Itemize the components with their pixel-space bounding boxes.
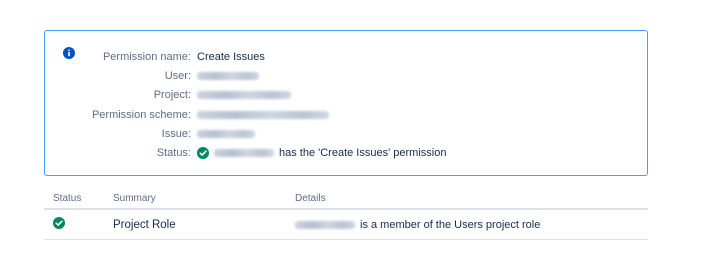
permission-scheme-row: Permission scheme: bbox=[45, 105, 647, 124]
redacted-project-name bbox=[197, 91, 291, 100]
redacted-user-name bbox=[214, 149, 274, 158]
permission-details: Permission name: Create Issues User: Pro… bbox=[45, 47, 647, 163]
user-value bbox=[197, 71, 259, 80]
status-column-header: Status bbox=[53, 192, 82, 204]
permission-name-row: Permission name: Create Issues bbox=[45, 47, 647, 66]
user-row: User: bbox=[45, 66, 647, 85]
redacted-user-name bbox=[295, 220, 355, 229]
project-label: Project: bbox=[153, 89, 191, 102]
status-label: Status: bbox=[156, 147, 191, 160]
table-row: Project Role is a member of the Users pr… bbox=[44, 210, 648, 240]
redacted-issue-key bbox=[197, 129, 255, 138]
row-details-cell: is a member of the Users project role bbox=[295, 219, 648, 231]
status-message: has the 'Create Issues' permission bbox=[279, 147, 447, 160]
issue-label: Issue: bbox=[161, 127, 191, 140]
row-status-cell bbox=[44, 217, 113, 232]
permission-scheme-value bbox=[197, 110, 329, 119]
permission-name-value: Create Issues bbox=[197, 50, 265, 63]
permission-name-label: Permission name: bbox=[102, 50, 191, 63]
check-circle-icon bbox=[53, 217, 65, 229]
project-row: Project: bbox=[45, 86, 647, 105]
details-column-header: Details bbox=[295, 192, 326, 204]
row-summary-cell: Project Role bbox=[113, 218, 176, 231]
redacted-user-name bbox=[197, 71, 259, 80]
permission-scheme-label: Permission scheme: bbox=[91, 108, 191, 121]
table-header: Status Summary Details bbox=[44, 188, 648, 210]
summary-column-header: Summary bbox=[113, 192, 156, 204]
permission-helper-page: Permission name: Create Issues User: Pro… bbox=[0, 0, 722, 272]
row-details-text: is a member of the Users project role bbox=[360, 218, 541, 231]
status-value: has the 'Create Issues' permission bbox=[197, 147, 447, 160]
issue-value bbox=[197, 129, 255, 138]
redacted-scheme-name bbox=[197, 110, 329, 119]
issue-row: Issue: bbox=[45, 124, 647, 143]
status-row: Status: has the 'Create Issues' permissi… bbox=[45, 143, 647, 162]
project-value bbox=[197, 91, 291, 100]
user-label: User: bbox=[164, 69, 191, 82]
permission-results-table: Status Summary Details Project Role is a… bbox=[44, 188, 648, 240]
check-circle-icon bbox=[197, 147, 209, 160]
permission-info-panel: Permission name: Create Issues User: Pro… bbox=[44, 30, 648, 176]
